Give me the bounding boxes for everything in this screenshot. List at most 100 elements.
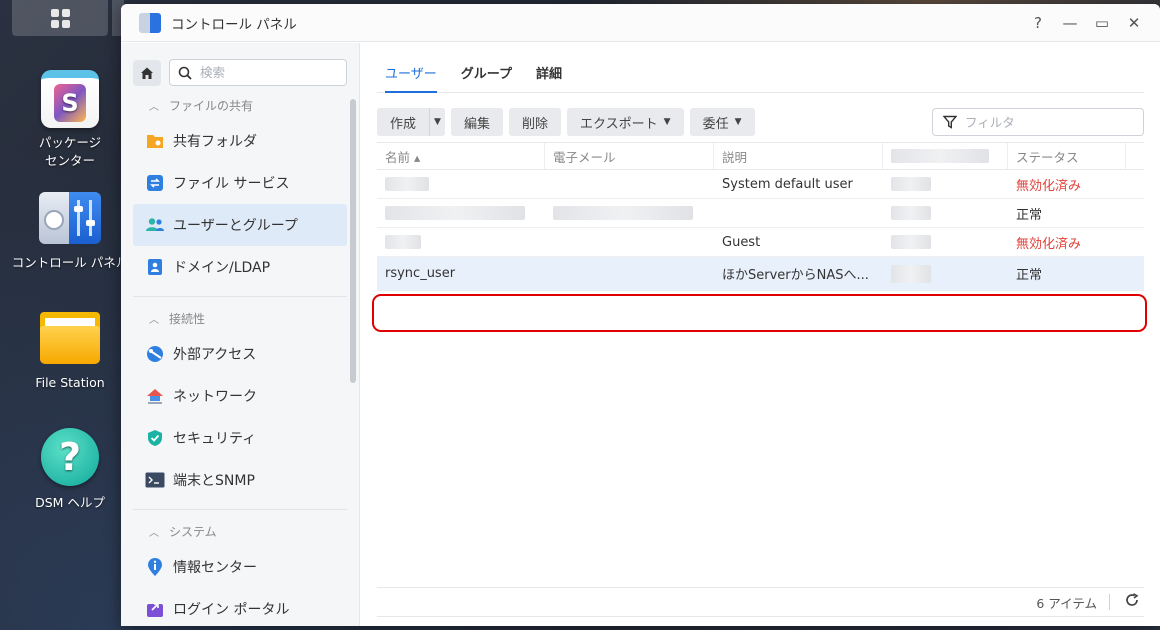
column-header-name[interactable]: 名前 ▴: [377, 143, 545, 169]
tab-bar: ユーザー グループ 詳細: [377, 43, 1144, 93]
export-button[interactable]: エクスポート ▼: [567, 108, 684, 136]
cell-name: [377, 199, 545, 227]
redacted-value: [891, 264, 931, 283]
red-highlight-annotation: [372, 294, 1147, 332]
external-access-icon: [145, 344, 165, 364]
window-titlebar[interactable]: コントロール パネル ? — ▭ ✕: [121, 4, 1160, 42]
cell-status: 正常: [1016, 268, 1043, 283]
table-row[interactable]: 正常: [377, 199, 1144, 228]
minimize-button[interactable]: —: [1054, 4, 1086, 42]
chevron-up-icon: ︿: [149, 527, 159, 539]
main-menu-button[interactable]: [12, 0, 108, 36]
create-button[interactable]: 作成: [377, 108, 430, 136]
filter-icon: [943, 115, 957, 129]
cell-email: [545, 228, 714, 256]
sidebar-item-shared-folder[interactable]: 共有フォルダ: [133, 120, 347, 162]
column-header-description[interactable]: 説明: [714, 143, 883, 169]
chevron-up-icon: ︿: [149, 101, 159, 113]
cell-name: [377, 228, 545, 256]
desktop-icon-dsm-help[interactable]: ? DSM ヘルプ: [10, 428, 130, 512]
users-groups-icon: [145, 215, 165, 235]
table-row[interactable]: System default user 無効化済み: [377, 170, 1144, 199]
shared-folder-icon: [145, 131, 165, 151]
package-center-icon: S: [41, 70, 99, 128]
sidebar-item-label: 端末とSNMP: [173, 473, 255, 489]
section-header-system[interactable]: ︿ システム: [121, 516, 359, 546]
sidebar-item-label: ネットワーク: [173, 389, 257, 405]
caret-down-icon: ▼: [663, 117, 671, 127]
cell-status: 正常: [1016, 207, 1043, 223]
sidebar-item-file-services[interactable]: ファイル サービス: [133, 162, 347, 204]
refresh-button[interactable]: [1120, 593, 1144, 611]
sidebar-item-label: 共有フォルダ: [173, 134, 257, 150]
desktop-icon-file-station[interactable]: File Station: [10, 312, 130, 392]
section-header-file-sharing[interactable]: ︿ ファイルの共有: [121, 90, 359, 120]
tab-users[interactable]: ユーザー: [385, 63, 437, 93]
shield-icon: [145, 428, 165, 448]
desktop-icon-label: File Station: [35, 375, 105, 390]
sidebar-item-users-groups[interactable]: ユーザーとグループ: [133, 204, 347, 246]
delegate-button[interactable]: 委任 ▼: [689, 108, 755, 136]
sidebar-item-label: ドメイン/LDAP: [173, 260, 271, 276]
cell-redacted: [883, 257, 1008, 290]
help-button[interactable]: ?: [1022, 4, 1054, 42]
sidebar-item-label: ユーザーとグループ: [173, 218, 298, 234]
redacted-value: [891, 177, 931, 191]
sidebar-search[interactable]: [169, 59, 347, 86]
table-row[interactable]: Guest 無効化済み: [377, 228, 1144, 257]
caret-down-icon: ▼: [434, 117, 441, 127]
file-services-icon: [145, 173, 165, 193]
toolbar: 作成 ▼ 編集 削除 エクスポート ▼ 委任 ▼: [361, 93, 1160, 139]
sidebar-item-external-access[interactable]: 外部アクセス: [133, 333, 347, 375]
search-input[interactable]: [200, 65, 340, 80]
apps-grid-icon: [50, 8, 70, 28]
home-button[interactable]: [133, 59, 161, 86]
sidebar-item-terminal-snmp[interactable]: 端末とSNMP: [133, 459, 347, 501]
tab-advanced[interactable]: 詳細: [536, 63, 562, 93]
sidebar-item-security[interactable]: セキュリティ: [133, 417, 347, 459]
sidebar-item-info-center[interactable]: 情報センター: [133, 546, 347, 588]
control-panel-window: コントロール パネル ? — ▭ ✕ ︿ ファイルの共有 共有フォルダ ファイル…: [121, 4, 1160, 626]
section-title: ファイルの共有: [169, 98, 254, 113]
redacted-value: [385, 235, 421, 249]
table-header: 名前 ▴ 電子メール 説明 ステータス: [377, 142, 1144, 170]
edit-button[interactable]: 編集: [451, 108, 504, 136]
delete-button[interactable]: 削除: [509, 108, 562, 136]
section-header-connectivity[interactable]: ︿ 接続性: [121, 303, 359, 333]
terminal-icon: [145, 470, 165, 490]
tab-groups[interactable]: グループ: [461, 63, 512, 93]
cell-description: ほかServerからNASへ...: [722, 268, 869, 283]
help-icon: ?: [41, 428, 99, 486]
create-dropdown-button[interactable]: ▼: [429, 108, 446, 136]
redacted-value: [385, 206, 525, 220]
desktop-icon-package-center[interactable]: S パッケージ センター: [10, 70, 130, 170]
delegate-label: 委任: [702, 116, 729, 132]
desktop-icon-control-panel[interactable]: コントロール パネル: [10, 192, 130, 272]
maximize-button[interactable]: ▭: [1086, 4, 1118, 42]
desktop-icon-label: コントロール パネル: [11, 255, 129, 270]
filter-box[interactable]: [932, 108, 1144, 136]
sidebar-item-domain-ldap[interactable]: ドメイン/LDAP: [133, 246, 347, 288]
column-header-status[interactable]: ステータス: [1008, 143, 1126, 169]
sidebar: ︿ ファイルの共有 共有フォルダ ファイル サービス ユーザーとグループ ドメイ…: [121, 43, 360, 626]
filter-input[interactable]: [965, 114, 1135, 130]
users-table: 名前 ▴ 電子メール 説明 ステータス System default user …: [377, 142, 1144, 291]
cell-email: [545, 257, 714, 290]
close-button[interactable]: ✕: [1118, 4, 1150, 42]
domain-ldap-icon: [145, 257, 165, 277]
cell-redacted: [883, 199, 1008, 227]
redacted-value: [385, 177, 429, 191]
sidebar-item-network[interactable]: ネットワーク: [133, 375, 347, 417]
column-header-extra[interactable]: [1126, 143, 1144, 169]
cell-description: System default user: [722, 176, 853, 192]
divider: [133, 509, 347, 510]
chevron-up-icon: ︿: [149, 314, 159, 326]
cell-status: 無効化済み: [1016, 178, 1082, 194]
window-title: コントロール パネル: [171, 16, 297, 33]
sidebar-scrollbar[interactable]: [350, 99, 356, 383]
column-header-email[interactable]: 電子メール: [545, 143, 714, 169]
table-row-selected[interactable]: rsync_user ほかServerからNASへ... 正常: [377, 257, 1144, 291]
divider: [1109, 594, 1110, 610]
column-header-redacted[interactable]: [883, 143, 1008, 169]
sidebar-item-login-portal[interactable]: ログイン ポータル: [133, 588, 347, 626]
